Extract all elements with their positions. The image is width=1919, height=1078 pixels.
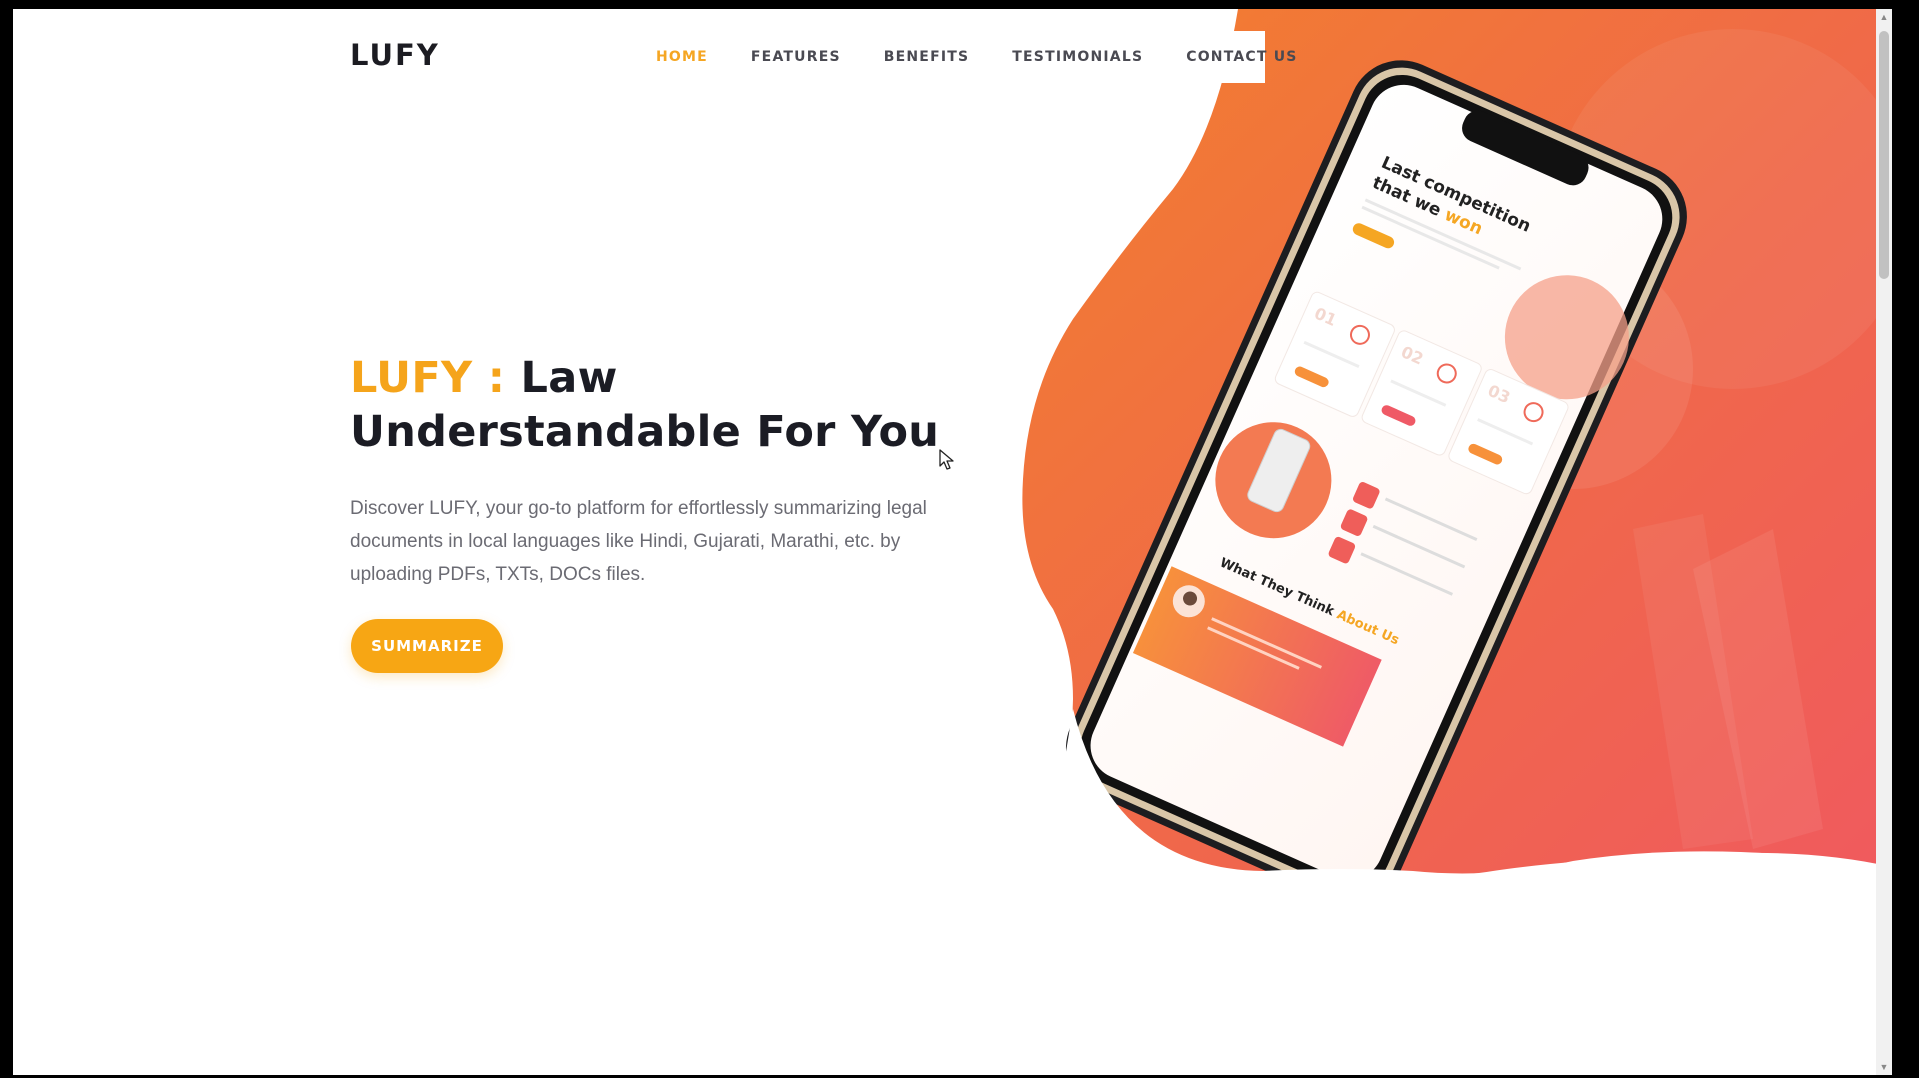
phone-frame: [1065, 60, 1687, 905]
scrollbar-thumb[interactable]: [1879, 31, 1889, 279]
nav-testimonials[interactable]: TESTIMONIALS: [1012, 49, 1143, 65]
hero-title-line1: Law: [520, 353, 618, 403]
hero-title-line2: Understandable For You: [350, 407, 940, 457]
main-nav: HOME FEATURES BENEFITS TESTIMONIALS CONT…: [643, 31, 1296, 83]
hero-title: LUFY : Law Understandable For You: [350, 351, 1050, 459]
hero-title-accent: LUFY :: [350, 353, 506, 403]
svg-text:02: 02: [1398, 342, 1426, 368]
svg-text:01: 01: [1311, 304, 1339, 330]
phone-screen: [1090, 84, 1663, 880]
vertical-scrollbar[interactable]: ▲ ▼: [1876, 9, 1892, 1075]
nav-features[interactable]: FEATURES: [751, 49, 841, 65]
nav-contact-us[interactable]: CONTACT US: [1186, 49, 1297, 65]
nav-benefits[interactable]: BENEFITS: [884, 49, 970, 65]
nav-home[interactable]: HOME: [656, 49, 708, 65]
hero-description: Discover LUFY, your go-to platform for e…: [350, 498, 927, 585]
orange-blob: [1022, 9, 1892, 877]
svg-text:03: 03: [1485, 381, 1513, 407]
summarize-button[interactable]: SUMMARIZE: [351, 619, 503, 673]
svg-text:What They Think About: What They Think About Us: [1217, 555, 1401, 648]
phone-headline: Last competition: [1378, 153, 1534, 237]
scroll-up-icon[interactable]: ▲: [1876, 9, 1892, 25]
mouse-cursor-icon: [939, 449, 954, 470]
site-logo[interactable]: LUFY: [350, 38, 440, 72]
scroll-down-icon[interactable]: ▼: [1876, 1059, 1892, 1075]
browser-viewport: Last competition that we won 01 02 03 Wh…: [13, 9, 1892, 1075]
svg-text:that we won: that we won: [1369, 173, 1485, 239]
